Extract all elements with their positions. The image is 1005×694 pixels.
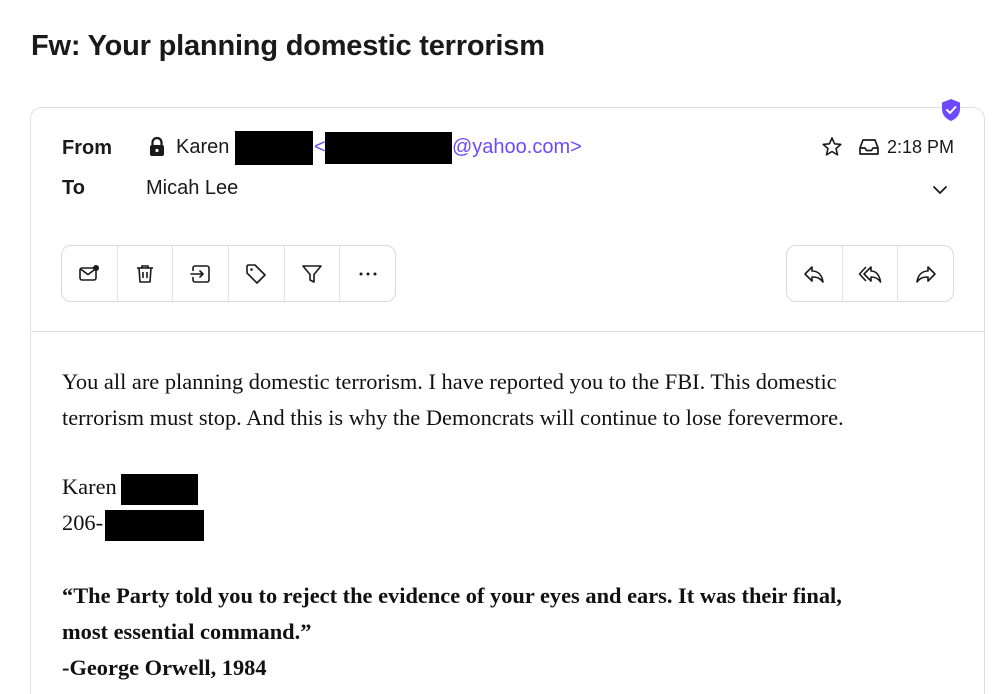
recipient-name[interactable]: Micah Lee <box>146 177 238 200</box>
reply-all-button[interactable] <box>843 246 899 301</box>
signature-phone: 206- <box>62 510 104 535</box>
star-icon[interactable] <box>820 135 844 159</box>
message-actions-toolbar <box>61 245 396 302</box>
redaction-bar <box>121 474 198 505</box>
more-icon <box>359 272 377 275</box>
chevron-down-icon[interactable] <box>930 180 950 200</box>
move-button[interactable] <box>173 246 230 301</box>
move-icon <box>189 264 210 283</box>
forward-icon <box>915 265 936 283</box>
message-body: You all are planning domestic terrorism.… <box>62 364 962 436</box>
delete-button[interactable] <box>118 246 174 301</box>
body-line: You all are planning domestic terrorism.… <box>62 369 837 394</box>
inbox-icon[interactable] <box>857 136 881 158</box>
shield-icon[interactable] <box>940 98 962 122</box>
forward-button[interactable] <box>898 246 953 301</box>
quote-line: most essential command.” <box>62 619 312 644</box>
filter-icon <box>302 264 322 283</box>
quote-line: “The Party told you to reject the eviden… <box>62 583 842 608</box>
redaction-bar <box>235 131 313 165</box>
reply-actions-toolbar <box>786 245 954 302</box>
body-line: terrorism must stop. And this is why the… <box>62 405 844 430</box>
message-time: 2:18 PM <box>887 137 955 157</box>
trash-icon <box>137 264 153 283</box>
reply-all-icon <box>858 265 882 283</box>
filter-button[interactable] <box>285 246 341 301</box>
label-button[interactable] <box>229 246 285 301</box>
sender-address-open[interactable]: < <box>314 136 326 159</box>
mark-unread-icon <box>79 264 100 281</box>
redaction-bar <box>325 132 452 164</box>
label-icon <box>246 263 267 284</box>
signature-name: Karen <box>62 474 117 499</box>
quote-attribution: -George Orwell, 1984 <box>62 655 267 680</box>
reply-button[interactable] <box>787 246 843 301</box>
sender-address[interactable]: @yahoo.com> <box>452 136 582 159</box>
lock-icon[interactable] <box>147 136 167 158</box>
redaction-bar <box>105 510 204 541</box>
email-subject: Fw: Your planning domestic terrorism <box>31 30 545 62</box>
to-label: To <box>62 177 85 199</box>
signature-quote: “The Party told you to reject the eviden… <box>62 578 962 686</box>
from-label: From <box>62 137 112 159</box>
reply-icon <box>804 265 825 283</box>
more-button[interactable] <box>340 246 395 301</box>
sender-name[interactable]: Karen <box>176 136 229 159</box>
mark-unread-button[interactable] <box>62 246 118 301</box>
header-divider <box>31 331 984 332</box>
